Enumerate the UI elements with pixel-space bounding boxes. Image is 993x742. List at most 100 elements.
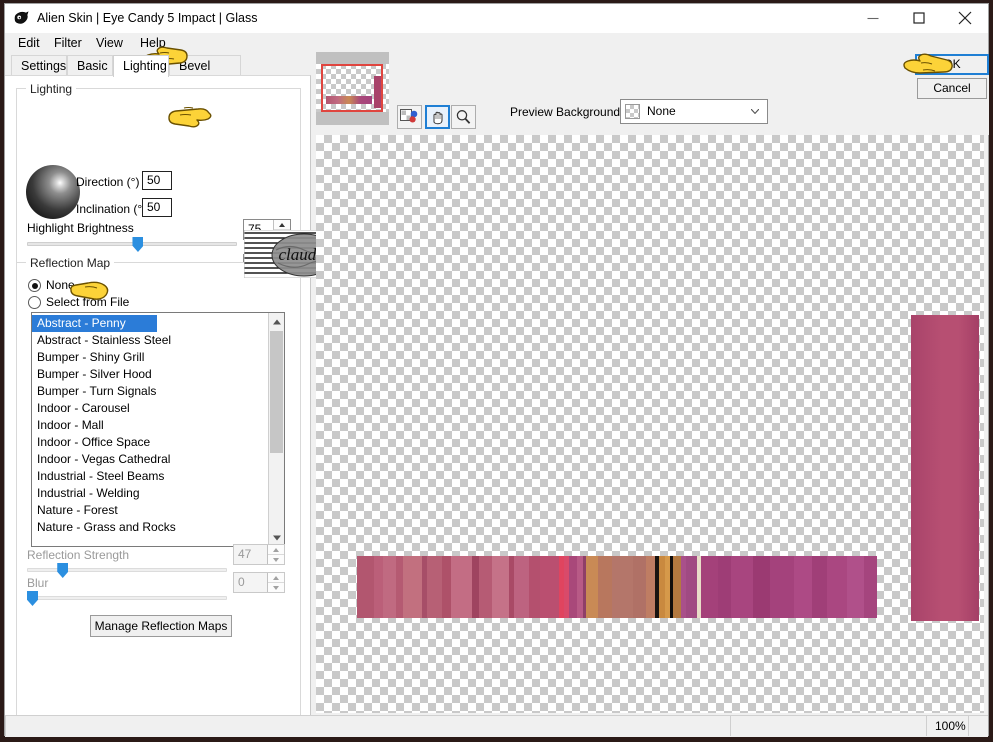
preview-stripe [632, 556, 646, 618]
preview-background-swatch [625, 104, 640, 119]
reflection-strength-label: Reflection Strength [27, 548, 130, 562]
direction-input[interactable]: 50 [142, 171, 172, 190]
reflection-map-list[interactable]: Abstract - Penny Abstract - Stainless Ste… [31, 312, 285, 547]
hand-tool-icon [433, 111, 443, 125]
app-icon [13, 10, 30, 27]
preview-horizontal-bar [357, 556, 877, 618]
highlight-brightness-slider[interactable] [27, 237, 237, 252]
stepper-arrows[interactable] [267, 573, 284, 592]
cancel-button[interactable]: Cancel [917, 78, 987, 99]
stepper-up[interactable] [274, 220, 290, 230]
application-window: Alien Skin | Eye Candy 5 Impact | Glass … [4, 3, 989, 737]
list-item[interactable]: Abstract - Penny [32, 315, 157, 332]
list-item[interactable]: Indoor - Mall [32, 417, 268, 434]
radio-file-label: Select from File [46, 295, 130, 309]
status-bar: 100% [5, 715, 988, 737]
ok-button[interactable]: OK [915, 54, 989, 75]
menu-help[interactable]: Help [133, 35, 173, 52]
reflection-strength-slider[interactable] [27, 563, 227, 578]
blur-slider[interactable] [27, 591, 227, 606]
preview-stripe [479, 556, 493, 618]
slider-thumb[interactable] [27, 591, 38, 606]
title-bar: Alien Skin | Eye Candy 5 Impact | Glass [5, 4, 988, 34]
stepper-down[interactable] [268, 555, 284, 564]
reflection-strength-stepper[interactable]: 47 [233, 544, 285, 565]
settings-panel: Lighting Direction (°) 50 Inclination (°… [5, 75, 311, 718]
slider-thumb[interactable] [57, 563, 69, 578]
minimize-button[interactable] [850, 4, 896, 32]
preview-stripe [403, 556, 422, 618]
list-item[interactable]: Industrial - Steel Beams [32, 468, 268, 485]
inclination-label: Inclination (°) [76, 202, 147, 216]
preview-canvas[interactable] [316, 135, 984, 713]
tab-basic[interactable]: Basic [67, 55, 113, 76]
preview-background-select[interactable]: None [620, 99, 768, 124]
slider-track [27, 568, 227, 572]
menu-view[interactable]: View [89, 35, 130, 52]
tab-bevel-profile[interactable]: Bevel Profile [169, 55, 241, 93]
reflection-group-title: Reflection Map [26, 256, 115, 270]
status-section-grip [968, 716, 988, 736]
preview-stripe [717, 556, 731, 618]
preview-stripe [827, 556, 848, 618]
maximize-button[interactable] [896, 4, 942, 32]
menu-edit[interactable]: Edit [11, 35, 47, 52]
stepper-up[interactable] [268, 573, 284, 583]
menu-filter[interactable]: Filter [47, 35, 89, 52]
preview-stripe [492, 556, 509, 618]
preview-stripe [673, 556, 681, 618]
zoom-level: 100% [935, 719, 966, 733]
scrollbar-thumb[interactable] [270, 331, 283, 453]
radio-none-label: None [46, 278, 75, 292]
list-item[interactable]: Industrial - Welding [32, 485, 268, 502]
list-item[interactable]: Bumper - Turn Signals [32, 383, 268, 400]
preview-stripe [812, 556, 828, 618]
blur-stepper[interactable]: 0 [233, 572, 285, 593]
radio-reflection-none[interactable] [28, 279, 41, 292]
list-item[interactable]: Bumper - Shiny Grill [32, 349, 268, 366]
zoom-tool-icon [456, 110, 471, 124]
list-item[interactable]: Indoor - Carousel [32, 400, 268, 417]
list-item[interactable]: Indoor - Vegas Cathedral [32, 451, 268, 468]
preview-stripe [686, 556, 698, 618]
preview-stripe [451, 556, 472, 618]
status-section-info [730, 716, 926, 736]
stepper-up[interactable] [268, 545, 284, 555]
preview-stripe [597, 556, 613, 618]
zoom-tool-button[interactable] [451, 105, 476, 129]
preview-stripe [701, 556, 718, 618]
hand-tool-button[interactable] [425, 105, 450, 129]
chevron-down-icon [751, 109, 759, 114]
list-item[interactable]: Bumper - Silver Hood [32, 366, 268, 383]
list-scrollbar[interactable] [268, 313, 284, 546]
scroll-up-arrow[interactable] [269, 313, 284, 330]
close-button[interactable] [942, 4, 988, 32]
navigator-thumbnail[interactable] [316, 52, 389, 125]
stepper-down[interactable] [268, 583, 284, 592]
preview-stripe [395, 556, 404, 618]
preview-stripe [612, 556, 633, 618]
light-direction-sphere[interactable] [26, 165, 80, 219]
preview-stripe [540, 556, 559, 618]
manage-reflection-maps-button[interactable]: Manage Reflection Maps [90, 615, 232, 637]
slider-thumb[interactable] [132, 237, 144, 252]
preview-compare-button[interactable] [397, 105, 422, 129]
tab-strip: Settings Basic Lighting Bevel Profile [5, 54, 988, 93]
menu-bar: Edit Filter View Help [5, 33, 988, 53]
tab-lighting[interactable]: Lighting [113, 55, 169, 77]
slider-track [27, 596, 227, 600]
preview-stripe [645, 556, 655, 618]
preview-stripe [847, 556, 865, 618]
navigator-viewport-marquee[interactable] [321, 64, 383, 112]
stepper-value: 47 [238, 547, 252, 561]
slider-track [27, 242, 237, 246]
tab-settings[interactable]: Settings [11, 55, 67, 76]
stepper-value: 0 [238, 575, 245, 589]
inclination-input[interactable]: 50 [142, 198, 172, 217]
list-item[interactable]: Abstract - Stainless Steel [32, 332, 268, 349]
list-item[interactable]: Indoor - Office Space [32, 434, 268, 451]
list-item[interactable]: Nature - Grass and Rocks [32, 519, 268, 536]
stepper-arrows[interactable] [267, 545, 284, 564]
radio-reflection-file[interactable] [28, 296, 41, 309]
list-item[interactable]: Nature - Forest [32, 502, 268, 519]
